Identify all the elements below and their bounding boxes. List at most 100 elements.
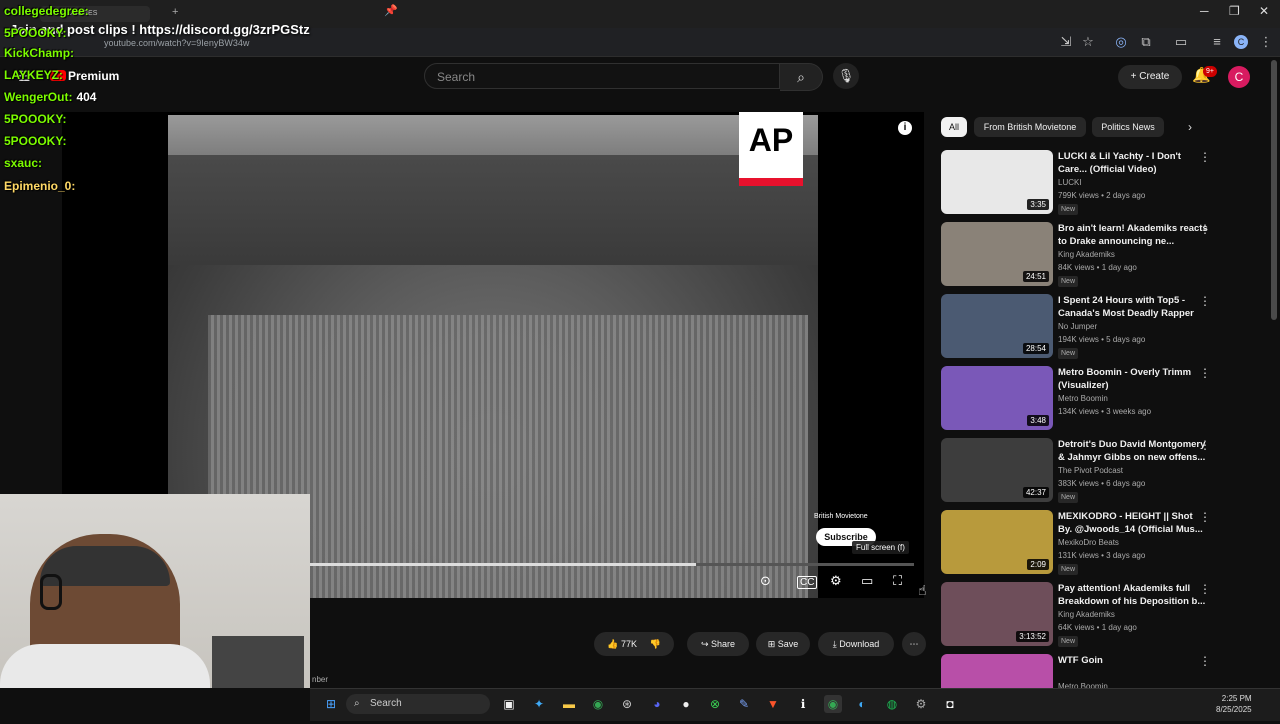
info-icon[interactable]: i <box>898 121 912 135</box>
video-thumbnail[interactable]: 3:48 <box>941 366 1053 430</box>
search-input[interactable]: Search <box>424 63 780 89</box>
pin-icon[interactable]: 📌 <box>384 4 398 17</box>
more-options-icon[interactable]: ⋮ <box>1199 222 1211 236</box>
video-thumbnail[interactable]: 42:37 <box>941 438 1053 502</box>
voice-search-button[interactable]: 🎙 <box>833 63 859 89</box>
new-badge: New <box>1058 276 1079 287</box>
recommended-video[interactable]: 3:35 LUCKI & Lil Yachty - I Don't Care...… <box>941 150 1271 220</box>
save-label: Save <box>777 639 799 649</box>
video-title[interactable]: I Spent 24 Hours with Top5 - Canada's Mo… <box>1058 294 1208 320</box>
recommended-video[interactable]: 24:51 Bro ain't learn! Akademiks reacts t… <box>941 222 1271 292</box>
clock-date: 8/25/2025 <box>1216 705 1252 714</box>
new-tab-icon[interactable]: + <box>172 6 178 18</box>
recommended-video[interactable]: 2:09 MEXIKODRO - HEIGHT || Shot By. @Jwoo… <box>941 510 1271 580</box>
extensions-puzzle-icon[interactable]: ⧉ <box>1138 34 1154 50</box>
channel-watermark: British Movietone <box>814 513 868 520</box>
more-options-icon[interactable]: ⋮ <box>1199 294 1211 308</box>
task-view-icon[interactable]: ▣ <box>500 695 518 713</box>
save-button[interactable]: ⊞ Save <box>756 632 810 656</box>
app-icon[interactable]: ✎ <box>735 695 753 713</box>
like-dislike-group: 👍 77K 👎 <box>594 632 674 656</box>
sidebar-panel-icon[interactable]: ▭ <box>1173 34 1189 50</box>
taskbar-search[interactable]: ⌕ Search <box>346 694 490 714</box>
minimize-icon[interactable]: ─ <box>1200 4 1209 18</box>
chat-message: 5POOOKY: <box>4 112 70 126</box>
more-options-icon[interactable]: ⋮ <box>1199 654 1211 668</box>
windows-start-icon[interactable]: ⊞ <box>322 695 340 713</box>
like-button[interactable]: 👍 77K <box>607 639 637 649</box>
more-options-icon[interactable]: ⋮ <box>1199 438 1211 452</box>
video-title[interactable]: Metro Boomin - Overly Trimm (Visualizer) <box>1058 366 1208 392</box>
video-thumbnail[interactable]: 2:09 <box>941 510 1053 574</box>
thumbs-down-icon[interactable]: 👎 <box>650 639 661 649</box>
video-title[interactable]: WTF Goin <box>1058 654 1208 667</box>
video-title[interactable]: Detroit's Duo David Montgomery & Jahmyr … <box>1058 438 1208 464</box>
chat-message: 5POOOKY: <box>4 26 70 40</box>
video-title[interactable]: MEXIKODRO - HEIGHT || Shot By. @Jwoods_1… <box>1058 510 1208 536</box>
more-options-icon[interactable]: ⋮ <box>1199 582 1211 596</box>
edge-icon[interactable]: ◐ <box>853 695 871 713</box>
brave-icon[interactable]: ▼ <box>764 695 782 713</box>
recommended-video[interactable]: 42:37 Detroit's Duo David Montgomery & Ja… <box>941 438 1271 508</box>
download-button[interactable]: ⤓ Download <box>818 632 894 656</box>
reading-list-icon[interactable]: ≡ <box>1209 34 1225 50</box>
video-title[interactable]: Bro ain't learn! Akademiks reacts to Dra… <box>1058 222 1208 248</box>
browser-profile-avatar[interactable]: C <box>1234 35 1248 49</box>
browser-menu-icon[interactable]: ⋮ <box>1258 34 1274 50</box>
file-explorer-icon[interactable]: ▬ <box>560 695 578 713</box>
discord-icon[interactable]: ◕ <box>648 695 666 713</box>
video-thumbnail[interactable]: 3:35 <box>941 150 1053 214</box>
install-app-icon[interactable]: ⇲ <box>1058 34 1074 50</box>
theater-mode-icon[interactable]: ▭ <box>861 573 873 589</box>
search-icon: ⌕ <box>354 698 360 709</box>
create-button[interactable]: + Create <box>1118 65 1182 89</box>
video-thumbnail[interactable]: 3:13:52 <box>941 582 1053 646</box>
copilot-icon[interactable]: ✦ <box>530 695 548 713</box>
taskbar-clock: 2:25 PM 8/25/2025 <box>1216 693 1252 715</box>
extension-icon[interactable]: ◎ <box>1113 34 1129 50</box>
video-thumbnail[interactable]: 24:51 <box>941 222 1053 286</box>
video-meta: 194K views • 5 days ago <box>1058 335 1146 344</box>
maximize-icon[interactable]: ❐ <box>1229 4 1240 18</box>
more-options-icon[interactable]: ⋮ <box>1199 150 1211 164</box>
github-icon[interactable]: ● <box>677 695 695 713</box>
spotify-icon[interactable]: ◍ <box>883 695 901 713</box>
more-options-icon[interactable]: ⋮ <box>1199 366 1211 380</box>
video-title[interactable]: Pay attention! Akademiks full Breakdown … <box>1058 582 1208 608</box>
recommended-video[interactable]: 28:54 I Spent 24 Hours with Top5 - Canada… <box>941 294 1271 364</box>
bookmark-star-icon[interactable]: ☆ <box>1080 34 1096 50</box>
search-icon: ⌕ <box>797 69 805 85</box>
search-button[interactable]: ⌕ <box>780 63 823 91</box>
settings-gear-icon[interactable]: ⚙ <box>830 573 842 589</box>
obs-icon[interactable]: ◘ <box>941 695 959 713</box>
recommended-video[interactable]: 3:48 Metro Boomin - Overly Trimm (Visuali… <box>941 366 1271 436</box>
chip-from-british-movietone[interactable]: From British Movietone <box>974 117 1086 137</box>
captions-icon[interactable]: CC <box>797 576 818 589</box>
share-button[interactable]: ↪ Share <box>687 632 749 656</box>
close-icon[interactable]: ✕ <box>1259 4 1269 18</box>
new-badge: New <box>1058 492 1079 503</box>
account-avatar[interactable]: C <box>1228 66 1250 88</box>
more-options-icon[interactable]: ⋮ <box>1199 510 1211 524</box>
chrome-icon[interactable]: ◉ <box>589 695 607 713</box>
fullscreen-icon[interactable]: ⛶ <box>893 573 902 589</box>
steam-icon[interactable]: ⊛ <box>618 695 636 713</box>
url-field[interactable]: youtube.com/watch?v=9IenyBW34w <box>104 38 249 48</box>
recommended-video[interactable]: 3:13:52 Pay attention! Akademiks full Bre… <box>941 582 1271 652</box>
info-app-icon[interactable]: ℹ <box>794 695 812 713</box>
chip-politics-news[interactable]: Politics News <box>1092 117 1164 137</box>
xbox-icon[interactable]: ⊗ <box>706 695 724 713</box>
chat-message: KickChamp: <box>4 46 78 60</box>
video-title[interactable]: LUCKI & Lil Yachty - I Don't Care... (Of… <box>1058 150 1208 176</box>
page-scrollbar[interactable] <box>1271 60 1277 320</box>
more-actions-button[interactable]: ⋯ <box>902 632 926 656</box>
chrome-active-icon[interactable]: ◉ <box>824 695 842 713</box>
chevron-right-icon[interactable]: › <box>1188 120 1192 134</box>
video-progress-bar[interactable] <box>308 563 914 566</box>
video-meta: 383K views • 6 days ago <box>1058 479 1146 488</box>
video-thumbnail[interactable]: 28:54 <box>941 294 1053 358</box>
thumbs-up-icon: 👍 <box>607 639 621 649</box>
settings-icon[interactable]: ⚙ <box>912 695 930 713</box>
autoplay-toggle[interactable]: ⊙ <box>760 573 771 589</box>
chip-all[interactable]: All <box>941 117 967 137</box>
